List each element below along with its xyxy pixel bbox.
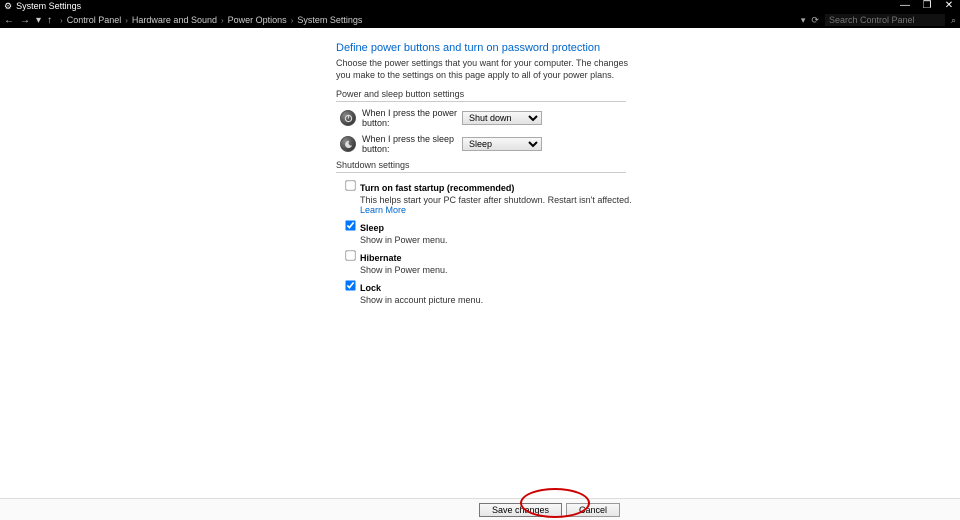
- footer-bar: Save changes Cancel: [0, 498, 960, 520]
- refresh-button[interactable]: ⟳: [811, 15, 819, 26]
- fast-startup-help: This helps start your PC faster after sh…: [344, 195, 636, 215]
- page-description: Choose the power settings that you want …: [336, 58, 636, 81]
- lock-option-row: Lock: [344, 279, 636, 294]
- app-icon: ⚙: [4, 1, 12, 12]
- page-heading: Define power buttons and turn on passwor…: [336, 42, 636, 54]
- chevron-right-icon: ›: [60, 16, 63, 25]
- window-controls: — ❐ ✕: [898, 1, 956, 11]
- power-button-row: When I press the power button: Shut down: [336, 108, 636, 128]
- save-button[interactable]: Save changes: [479, 503, 562, 517]
- sleep-option-help: Show in Power menu.: [344, 235, 636, 245]
- breadcrumb-item[interactable]: System Settings: [297, 15, 362, 25]
- lock-option-help: Show in account picture menu.: [344, 295, 636, 305]
- learn-more-link[interactable]: Learn More: [360, 205, 406, 215]
- search-icon[interactable]: ⌕: [951, 15, 956, 26]
- breadcrumb-item[interactable]: Power Options: [228, 15, 287, 25]
- power-icon: [340, 110, 356, 126]
- search-input[interactable]: [825, 14, 945, 26]
- power-button-label: When I press the power button:: [362, 108, 462, 128]
- chevron-right-icon: ›: [291, 16, 294, 25]
- maximize-button[interactable]: ❐: [920, 1, 934, 11]
- sleep-option-row: Sleep: [344, 219, 636, 234]
- hibernate-checkbox-label[interactable]: Hibernate: [344, 253, 402, 263]
- lock-checkbox-label[interactable]: Lock: [344, 283, 381, 293]
- chevron-right-icon: ›: [125, 16, 128, 25]
- sleep-button-select[interactable]: Sleep: [462, 137, 542, 151]
- window-title: System Settings: [16, 1, 81, 11]
- forward-button[interactable]: →: [20, 15, 30, 26]
- main-content: Define power buttons and turn on passwor…: [336, 42, 636, 309]
- breadcrumb[interactable]: › Control Panel › Hardware and Sound › P…: [60, 15, 362, 25]
- breadcrumb-item[interactable]: Hardware and Sound: [132, 15, 217, 25]
- recent-locations-button[interactable]: ▾: [36, 15, 41, 26]
- sleep-checkbox[interactable]: [345, 221, 355, 231]
- hibernate-option-help: Show in Power menu.: [344, 265, 636, 275]
- back-button[interactable]: ←: [4, 15, 14, 26]
- fast-startup-checkbox[interactable]: [345, 181, 355, 191]
- hibernate-checkbox[interactable]: [345, 251, 355, 261]
- cancel-button[interactable]: Cancel: [566, 503, 620, 517]
- section-power-buttons: Power and sleep button settings: [336, 89, 626, 102]
- chevron-down-icon[interactable]: ▾: [801, 15, 806, 26]
- sleep-button-label: When I press the sleep button:: [362, 134, 462, 154]
- breadcrumb-item[interactable]: Control Panel: [67, 15, 122, 25]
- up-button[interactable]: ↑: [47, 15, 52, 26]
- sleep-checkbox-label[interactable]: Sleep: [344, 223, 384, 233]
- title-bar: ⚙ System Settings — ❐ ✕: [0, 0, 960, 12]
- address-bar: ← → ▾ ↑ › Control Panel › Hardware and S…: [0, 12, 960, 28]
- lock-checkbox[interactable]: [345, 281, 355, 291]
- section-shutdown: Shutdown settings: [336, 160, 626, 173]
- fast-startup-checkbox-label[interactable]: Turn on fast startup (recommended): [344, 183, 514, 193]
- minimize-button[interactable]: —: [898, 1, 912, 11]
- sleep-button-row: When I press the sleep button: Sleep: [336, 134, 636, 154]
- chevron-right-icon: ›: [221, 16, 224, 25]
- sleep-icon: [340, 136, 356, 152]
- close-button[interactable]: ✕: [942, 1, 956, 11]
- fast-startup-row: Turn on fast startup (recommended): [344, 179, 636, 194]
- hibernate-option-row: Hibernate: [344, 249, 636, 264]
- power-button-select[interactable]: Shut down: [462, 111, 542, 125]
